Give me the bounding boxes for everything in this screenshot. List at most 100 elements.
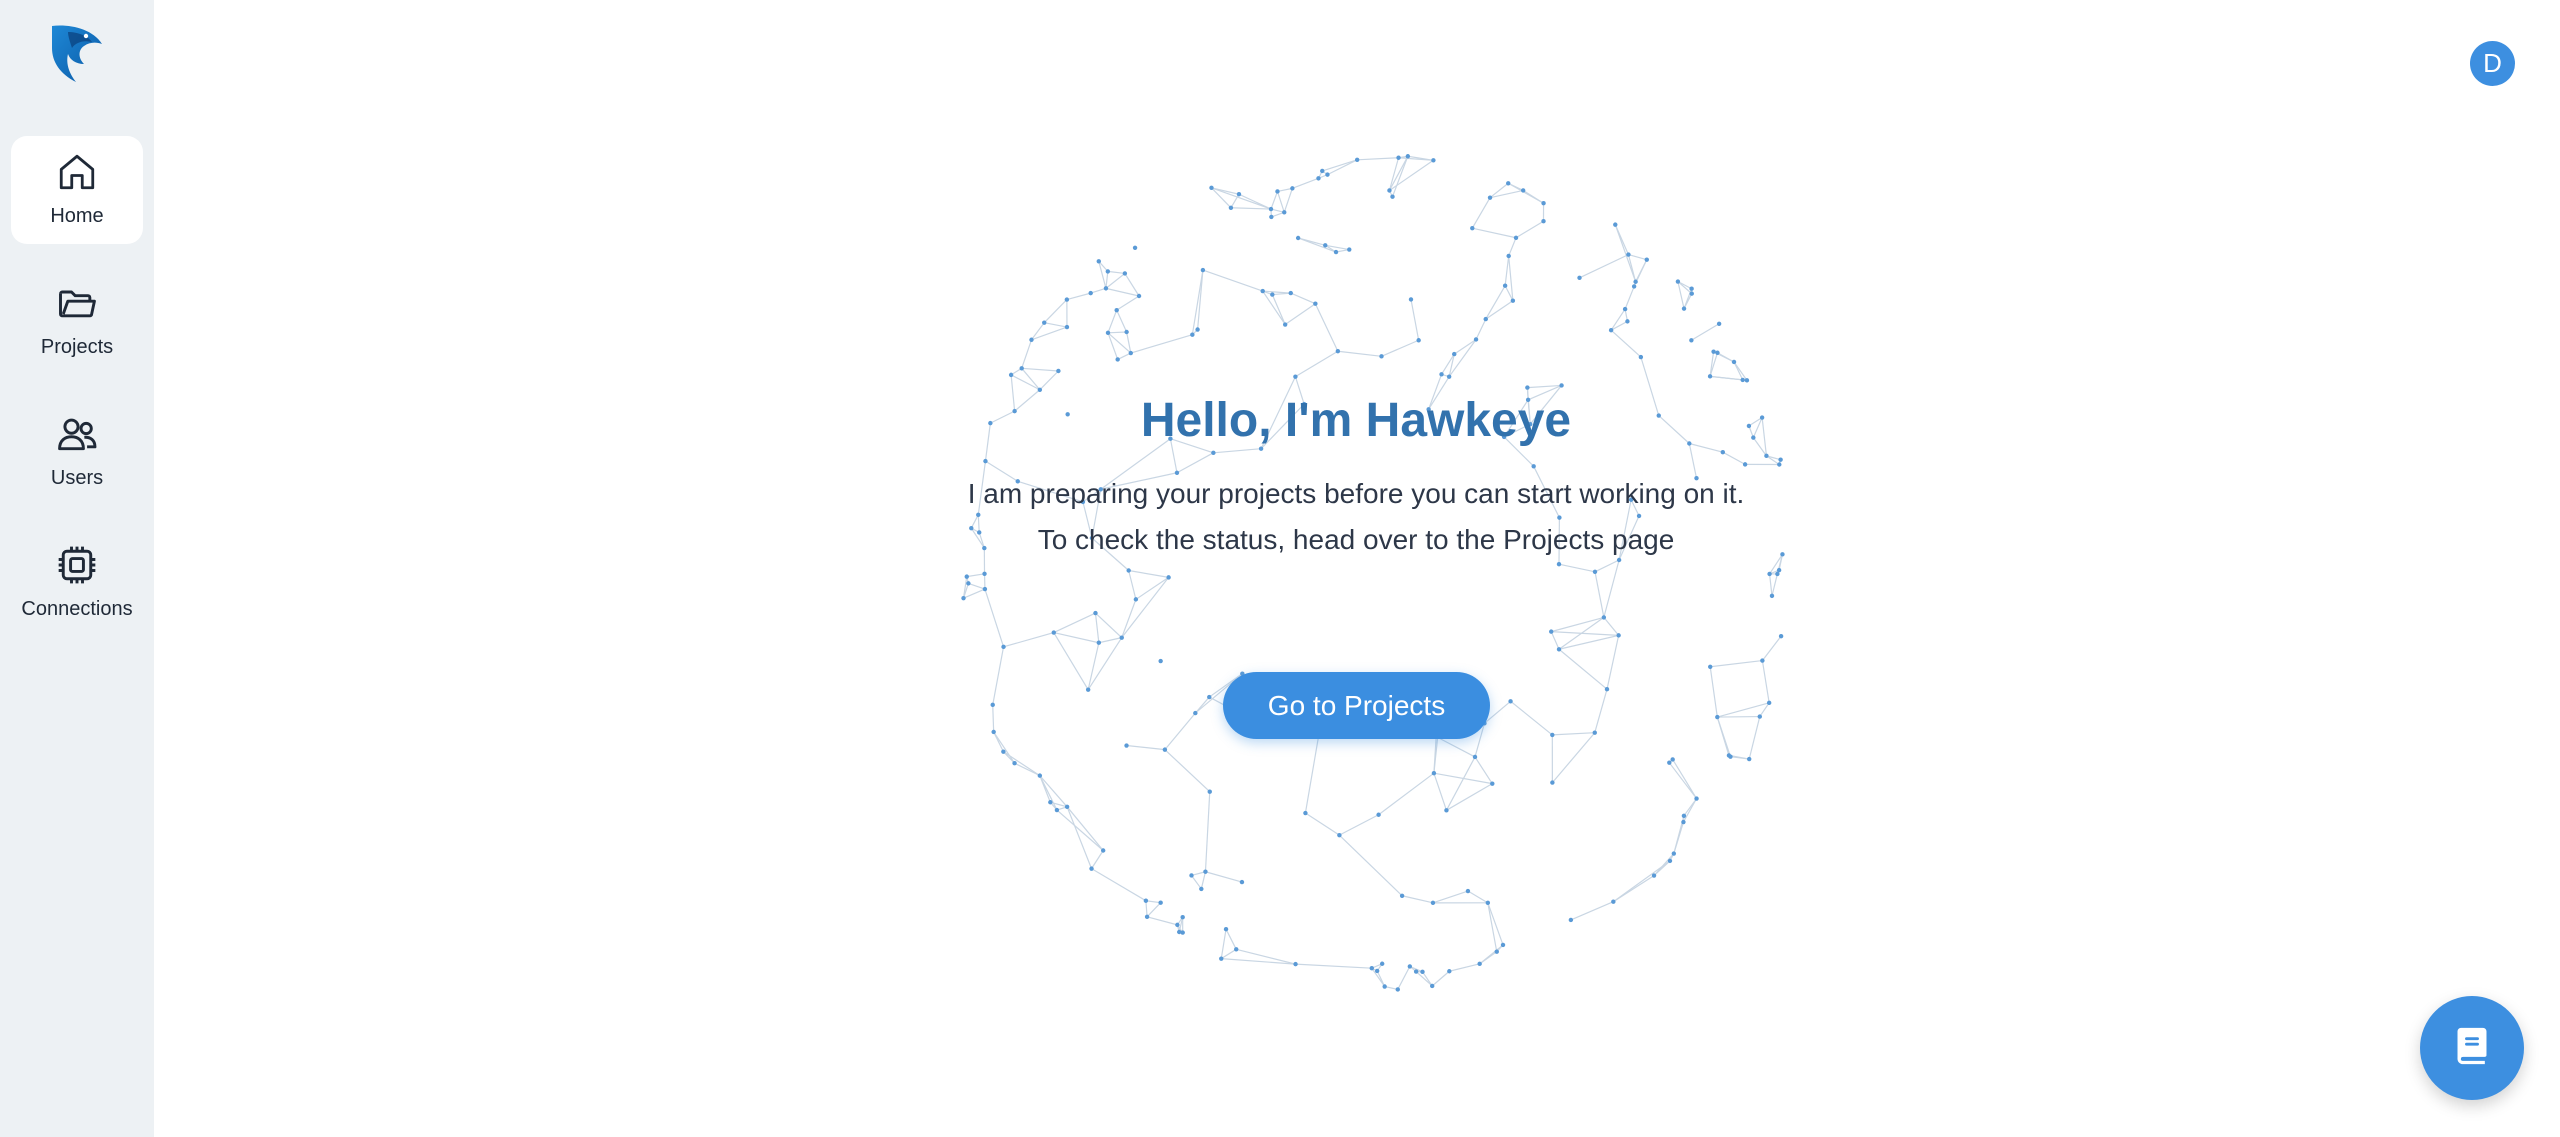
globe-edge xyxy=(1164,749,1211,793)
globe-node xyxy=(1282,322,1288,327)
hero-title: Hello, I'm Hawkeye xyxy=(1140,394,1572,447)
docs-fab-button[interactable] xyxy=(2420,996,2524,1100)
globe-edge xyxy=(1107,309,1118,334)
globe-edge xyxy=(1128,569,1169,578)
globe-node xyxy=(1483,316,1488,322)
globe-node xyxy=(1064,804,1070,810)
globe-edge xyxy=(1014,762,1041,777)
globe-edge xyxy=(1087,642,1100,690)
globe-node xyxy=(1689,291,1694,296)
globe-node xyxy=(1119,635,1124,640)
globe-edge xyxy=(1105,287,1140,297)
globe-node xyxy=(1136,293,1142,299)
globe-node xyxy=(1766,700,1772,706)
globe-node xyxy=(1064,297,1070,302)
globe-edge xyxy=(993,731,1016,764)
globe-edge xyxy=(1297,237,1326,246)
sidebar-item-connections[interactable]: Connections xyxy=(11,529,143,637)
user-avatar[interactable]: D xyxy=(2470,41,2515,86)
globe-edge xyxy=(1205,871,1243,883)
globe-edge xyxy=(1304,734,1320,814)
globe-edge xyxy=(1733,361,1748,381)
globe-node xyxy=(1209,185,1214,190)
globe-edge xyxy=(1551,631,1619,636)
globe-node xyxy=(1430,900,1436,906)
globe-edge xyxy=(1039,775,1051,803)
go-to-projects-button[interactable]: Go to Projects xyxy=(1223,672,1490,739)
globe-node xyxy=(1387,188,1392,193)
globe-node xyxy=(991,729,996,735)
globe-node xyxy=(1096,640,1102,645)
sidebar-item-home[interactable]: Home xyxy=(11,136,143,244)
globe-node xyxy=(1158,900,1163,905)
sidebar-item-users[interactable]: Users xyxy=(11,398,143,506)
globe-edge xyxy=(1551,616,1605,633)
globe-edge xyxy=(1135,576,1169,600)
globe-node xyxy=(1064,324,1070,330)
globe-node xyxy=(1740,377,1745,383)
globe-node xyxy=(1465,888,1471,894)
globe-node xyxy=(1667,858,1673,864)
globe-edge xyxy=(1683,798,1698,817)
globe-node xyxy=(1407,964,1413,969)
globe-edge xyxy=(1716,716,1732,757)
globe-node xyxy=(1376,812,1381,817)
globe-edge xyxy=(984,588,1005,648)
globe-node xyxy=(1162,747,1168,752)
globe-node xyxy=(1671,851,1677,856)
globe-node xyxy=(1126,568,1131,573)
globe-node xyxy=(1711,349,1716,354)
globe-node xyxy=(1203,869,1208,874)
globe-edge xyxy=(1449,963,1480,972)
globe-node xyxy=(1219,956,1224,961)
globe-edge xyxy=(1277,187,1293,193)
globe-edge xyxy=(1094,613,1100,643)
globe-node xyxy=(1550,780,1555,785)
globe-edge xyxy=(1105,272,1126,289)
globe-node xyxy=(1776,567,1782,573)
globe-node xyxy=(1675,279,1681,284)
globe-node xyxy=(1143,898,1149,903)
globe-edge xyxy=(1095,612,1123,639)
globe-node xyxy=(1708,664,1713,669)
hawkeye-logo[interactable] xyxy=(48,22,106,84)
globe-edge xyxy=(1612,860,1671,903)
globe-node xyxy=(1769,593,1775,599)
globe-edge xyxy=(1683,288,1693,309)
globe-node xyxy=(1431,771,1437,776)
globe-nodes xyxy=(961,154,1785,992)
globe-node xyxy=(1613,222,1618,227)
globe-node xyxy=(1651,873,1657,878)
globe-node xyxy=(1270,292,1275,297)
globe-edge xyxy=(1487,902,1498,952)
globe-node xyxy=(1337,832,1342,838)
globe-edge xyxy=(1472,227,1517,239)
globe-node xyxy=(1089,866,1094,871)
globe-node xyxy=(1616,633,1621,638)
globe-node xyxy=(1379,961,1385,966)
users-icon xyxy=(53,410,101,458)
globe-node xyxy=(1513,235,1519,240)
globe-node xyxy=(1728,754,1733,759)
globe-edge xyxy=(1603,559,1620,618)
globe-node xyxy=(1549,629,1554,634)
globe-node xyxy=(1592,569,1598,574)
globe-node xyxy=(1608,327,1614,333)
globe-edge xyxy=(968,582,986,590)
globe-node xyxy=(1550,732,1555,738)
network-globe-graphic xyxy=(961,154,1785,992)
globe-edge xyxy=(1768,573,1773,596)
globe-node xyxy=(1100,848,1106,853)
globe-node xyxy=(1199,886,1204,892)
globe-node xyxy=(1625,319,1630,324)
sidebar-item-projects[interactable]: Projects xyxy=(11,267,143,375)
globe-edge xyxy=(1710,659,1763,668)
globe-edge xyxy=(1485,300,1514,320)
globe-node xyxy=(1128,350,1133,356)
globe-node xyxy=(1707,374,1713,379)
globe-edge xyxy=(1515,220,1544,239)
globe-edge xyxy=(1594,689,1608,733)
globe-edge xyxy=(1146,916,1178,926)
globe-node xyxy=(1133,597,1139,602)
globe-node xyxy=(1012,760,1017,766)
